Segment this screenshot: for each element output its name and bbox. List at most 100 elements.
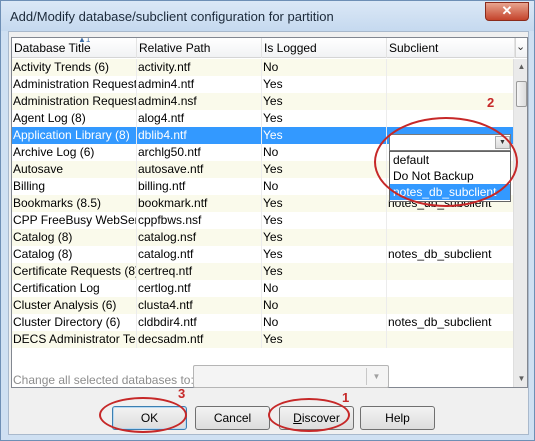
scroll-up-icon[interactable]: ▲ <box>514 59 527 75</box>
table-row[interactable]: Cluster Directory (6) cldbdir4.ntf No notes… <box>12 314 513 331</box>
cell-is-logged: Yes <box>262 229 387 246</box>
table-row[interactable]: Cluster Analysis (6) clusta4.ntf No <box>12 297 513 314</box>
cell-relative-path: admin4.ntf <box>137 76 262 93</box>
cell-database-title: Activity Trends (6) <box>12 59 137 76</box>
cell-subclient <box>387 297 513 314</box>
cell-database-title: Bookmarks (8.5) <box>12 195 137 212</box>
column-header-is-logged[interactable]: Is Logged <box>262 38 387 58</box>
table-row[interactable]: CPP FreeBusy WebSer... cppfbws.nsf Yes <box>12 212 513 229</box>
bulk-change-label: Change all selected databases to: <box>13 373 194 387</box>
cell-subclient <box>387 229 513 246</box>
cell-is-logged: Yes <box>262 127 387 144</box>
sort-ascending-icon: ▲1 <box>78 38 91 44</box>
cell-subclient: notes_db_subclient <box>388 247 492 261</box>
cell-database-title: Archive Log (6) <box>12 144 137 161</box>
cell-is-logged: Yes <box>262 212 387 229</box>
cell-database-title: Cluster Directory (6) <box>12 314 137 331</box>
table-row[interactable]: DECS Administrator Te... decsadm.ntf Yes <box>12 331 513 348</box>
vertical-scrollbar[interactable]: ▲ ▼ <box>513 59 527 387</box>
cell-database-title: Catalog (8) <box>12 229 137 246</box>
cell-is-logged: No <box>262 280 387 297</box>
dialog-window: Add/Modify database/subclient configurat… <box>0 0 535 441</box>
cell-is-logged: Yes <box>262 161 387 178</box>
cell-relative-path: certreq.ntf <box>137 263 262 280</box>
cell-relative-path: archlg50.ntf <box>137 144 262 161</box>
bulk-change-combo[interactable]: ▼ <box>193 365 389 388</box>
window-title: Add/Modify database/subclient configurat… <box>10 9 334 24</box>
annotation-circle-dropdown <box>374 117 518 207</box>
cell-relative-path: cppfbws.nsf <box>137 212 262 229</box>
cell-database-title: Catalog (8) <box>12 246 137 263</box>
cell-subclient <box>387 59 513 76</box>
table-row[interactable]: Activity Trends (6) activity.ntf No <box>12 59 513 76</box>
table-row[interactable]: Catalog (8) catalog.nsf Yes <box>12 229 513 246</box>
chevron-down-icon[interactable]: ▼ <box>366 368 386 385</box>
cell-is-logged: No <box>262 297 387 314</box>
cell-is-logged: Yes <box>262 93 387 110</box>
cell-relative-path: admin4.nsf <box>137 93 262 110</box>
cell-subclient <box>387 280 513 297</box>
annotation-circle-discover <box>268 398 350 432</box>
cell-database-title: DECS Administrator Te... <box>13 331 137 348</box>
cell-relative-path: autosave.ntf <box>137 161 262 178</box>
cell-relative-path: bookmark.ntf <box>137 195 262 212</box>
cell-database-title: Autosave <box>12 161 137 178</box>
cell-relative-path: certlog.ntf <box>137 280 262 297</box>
cell-database-title: CPP FreeBusy WebSer... <box>13 212 137 229</box>
cell-subclient <box>387 212 513 229</box>
annotation-number-2: 2 <box>487 95 495 110</box>
column-header-database-title[interactable]: Database Title ▲1 <box>12 38 137 58</box>
annotation-number-3: 3 <box>178 386 186 401</box>
cell-relative-path: dblib4.ntf <box>137 127 262 144</box>
cell-database-title: Administration Requests <box>13 93 137 110</box>
table-row[interactable]: Administration Requests admin4.ntf Yes <box>12 76 513 93</box>
cell-relative-path: catalog.ntf <box>137 246 262 263</box>
cell-subclient <box>387 331 513 348</box>
cell-subclient <box>387 76 513 93</box>
cell-is-logged: No <box>262 178 387 195</box>
table-row[interactable]: Certification Log certlog.ntf No <box>12 280 513 297</box>
cancel-button[interactable]: Cancel <box>195 406 270 430</box>
annotation-circle-ok <box>99 397 187 433</box>
cell-relative-path: alog4.ntf <box>137 110 262 127</box>
grid-header: Database Title ▲1 Relative Path Is Logge… <box>12 38 527 58</box>
cell-database-title: Cluster Analysis (6) <box>12 297 137 314</box>
cell-subclient: notes_db_subclient <box>388 315 492 329</box>
cell-is-logged: Yes <box>262 331 387 348</box>
help-button[interactable]: Help <box>360 406 435 430</box>
cell-subclient <box>387 263 513 280</box>
cell-is-logged: Yes <box>262 110 387 127</box>
table-row[interactable]: Certificate Requests (8) certreq.ntf Yes <box>12 263 513 280</box>
cell-database-title: Application Library (8) <box>12 127 137 144</box>
table-row[interactable]: Catalog (8) catalog.ntf Yes notes_db_subcli… <box>12 246 513 263</box>
cell-is-logged: Yes <box>262 263 387 280</box>
cell-is-logged: Yes <box>262 246 387 263</box>
dialog-body: Database Title ▲1 Relative Path Is Logge… <box>8 31 529 435</box>
cell-database-title: Certification Log <box>12 280 137 297</box>
cell-database-title: Agent Log (8) <box>12 110 137 127</box>
annotation-number-1: 1 <box>342 390 350 405</box>
column-header-relative-path[interactable]: Relative Path <box>137 38 262 58</box>
cell-database-title: Billing <box>12 178 137 195</box>
cell-is-logged: Yes <box>262 76 387 93</box>
cell-is-logged: No <box>262 59 387 76</box>
cell-database-title: Certificate Requests (8) <box>13 263 137 280</box>
cell-relative-path: activity.ntf <box>137 59 262 76</box>
cell-relative-path: catalog.nsf <box>137 229 262 246</box>
scroll-down-icon[interactable]: ▼ <box>514 371 527 387</box>
cell-is-logged: No <box>262 314 387 331</box>
table-row[interactable]: Administration Requests admin4.nsf Yes <box>12 93 513 110</box>
column-chooser-icon[interactable]: ⌄⌄ <box>515 38 527 58</box>
column-header-subclient[interactable]: Subclient <box>387 38 515 58</box>
cell-relative-path: clusta4.ntf <box>137 297 262 314</box>
cell-is-logged: Yes <box>262 195 387 212</box>
scroll-thumb[interactable] <box>516 81 527 107</box>
cell-relative-path: cldbdir4.ntf <box>137 314 262 331</box>
cell-relative-path: decsadm.ntf <box>137 331 262 348</box>
title-bar[interactable]: Add/Modify database/subclient configurat… <box>1 1 534 31</box>
cell-relative-path: billing.ntf <box>137 178 262 195</box>
database-grid: Database Title ▲1 Relative Path Is Logge… <box>11 37 528 388</box>
cell-database-title: Administration Requests <box>13 76 137 93</box>
close-button[interactable]: ✕ <box>485 2 529 21</box>
cell-is-logged: No <box>262 144 387 161</box>
